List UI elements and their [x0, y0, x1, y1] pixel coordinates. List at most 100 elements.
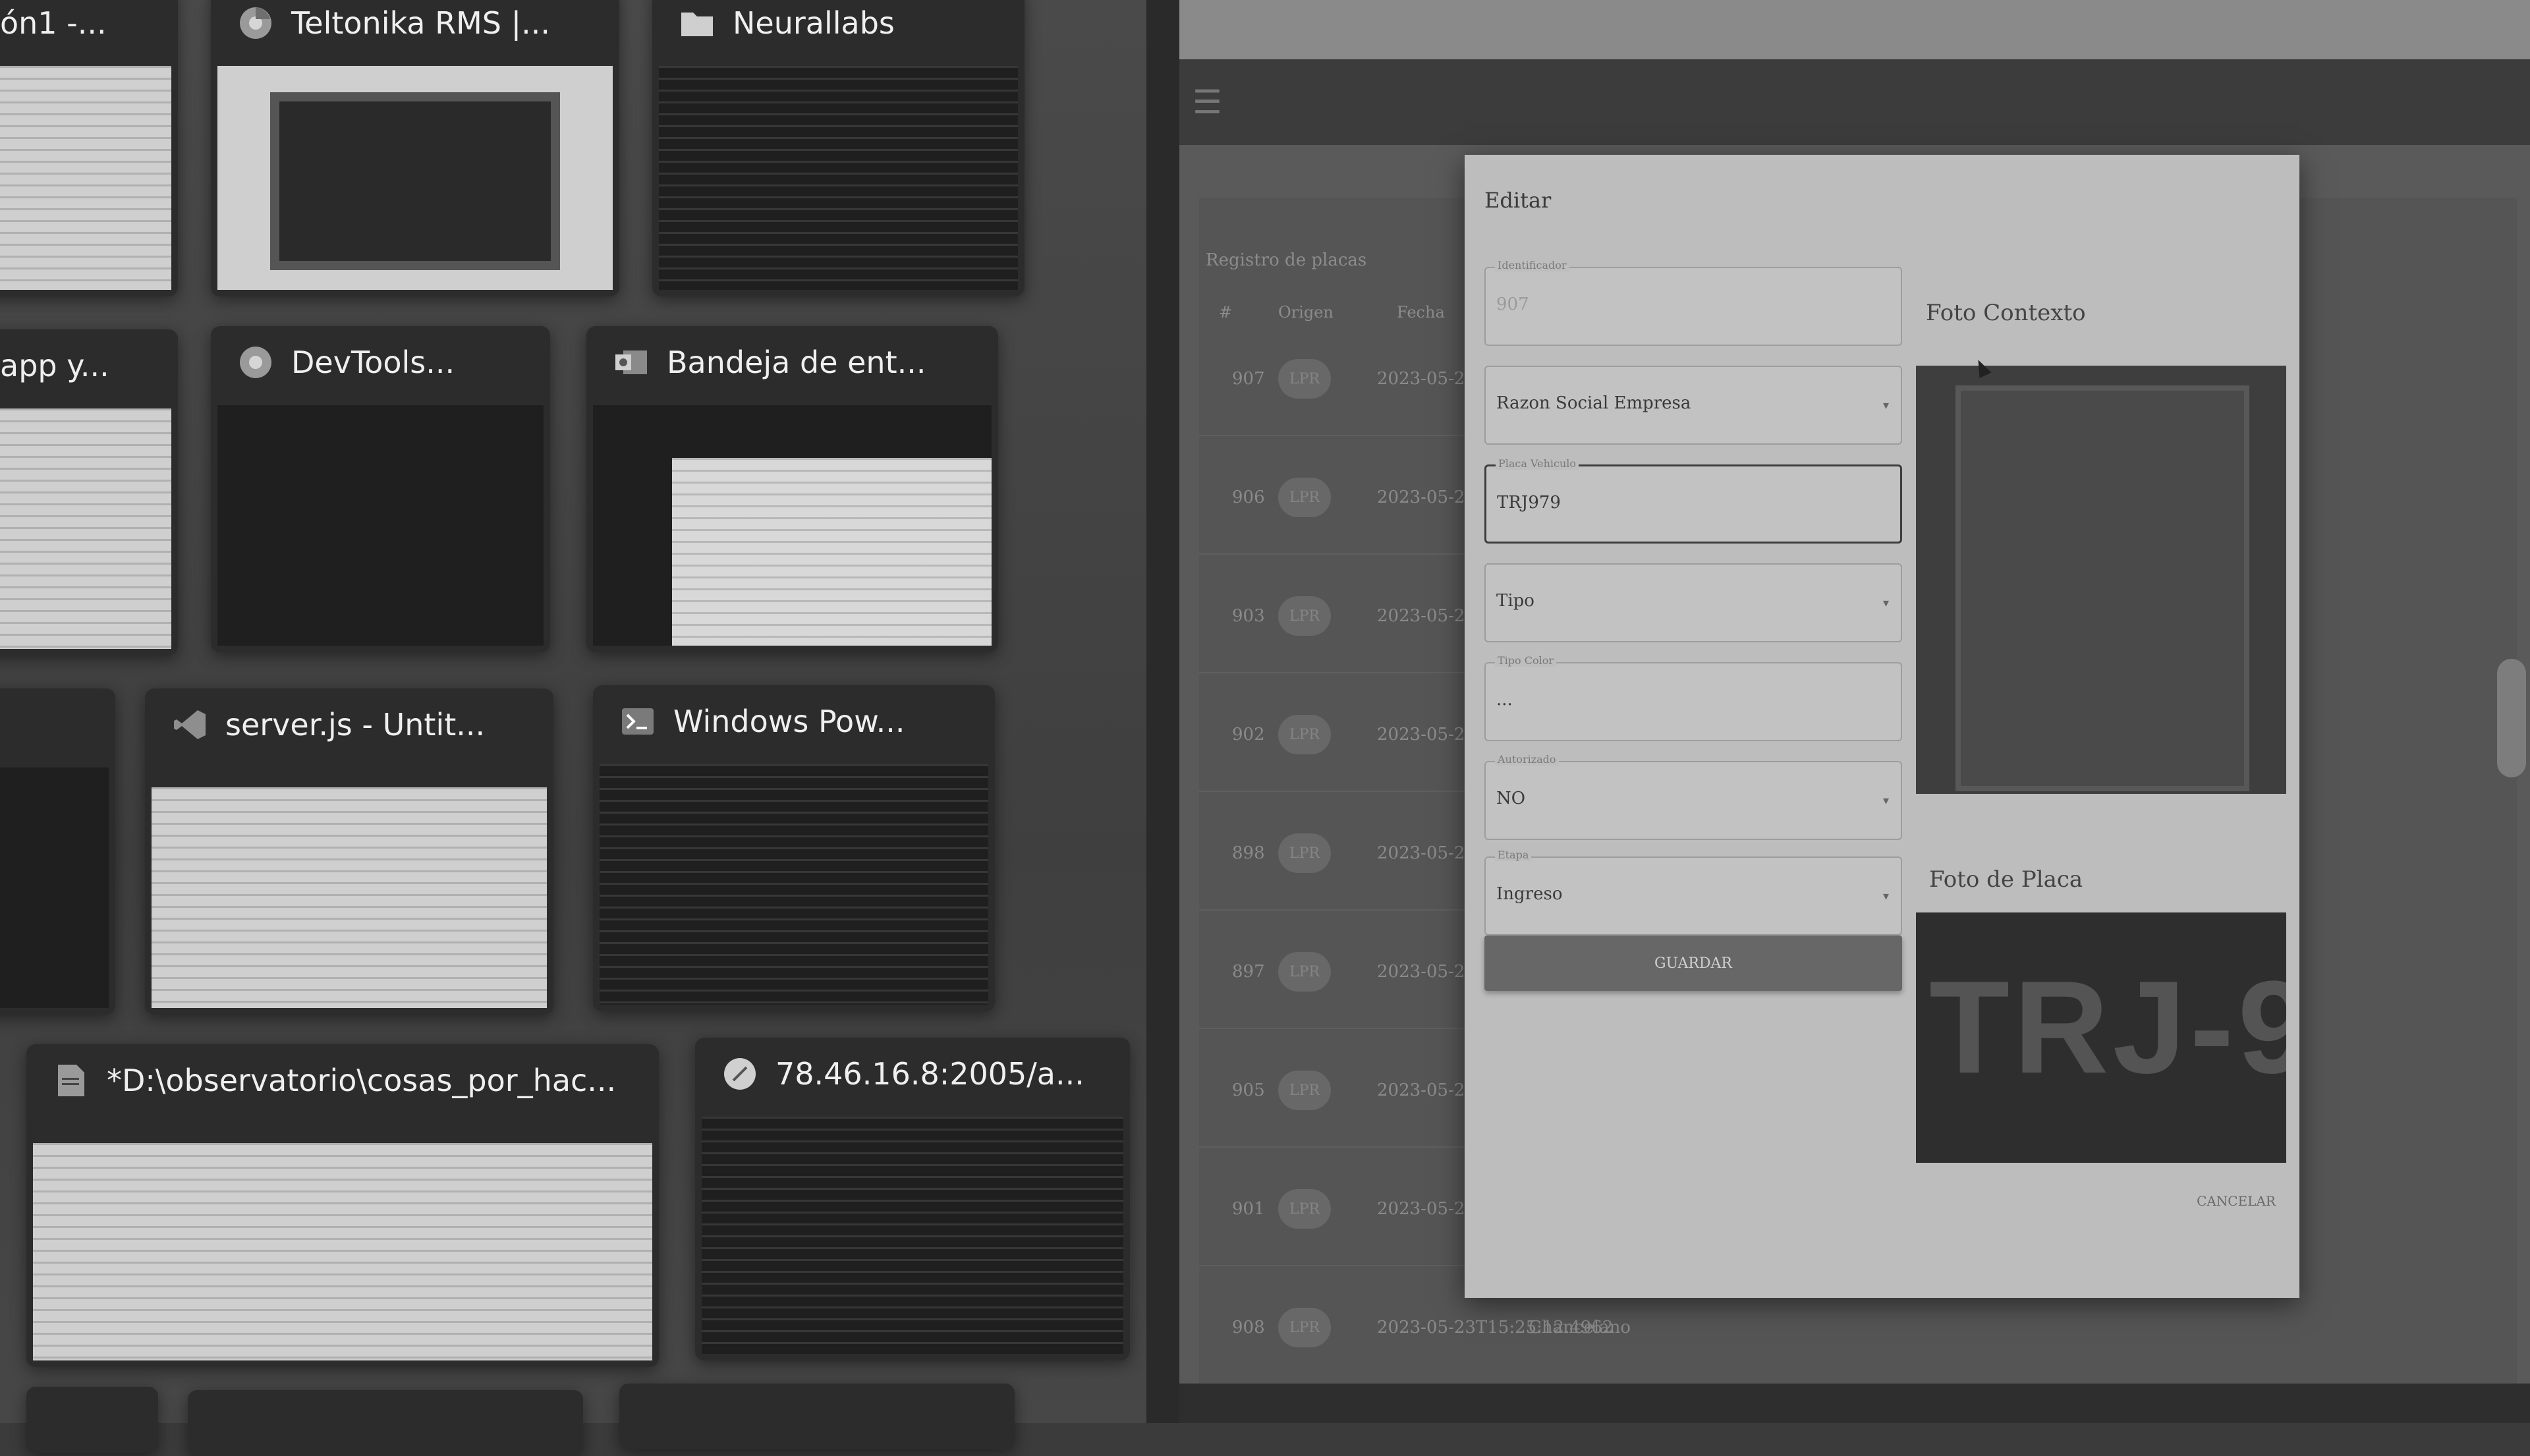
- window-thumbnail: [0, 66, 171, 290]
- context-photo-label: Foto Contexto: [1926, 300, 2086, 326]
- task-window-partial-3[interactable]: [619, 1384, 1015, 1449]
- window-title-bar: Windows Pow...: [593, 685, 995, 758]
- edit-dialog: Editar Identificador 907 Razon Social Em…: [1465, 155, 2299, 1298]
- plate-photo-label: Foto de Placa: [1929, 866, 2083, 893]
- chevron-down-icon: ▾: [1882, 794, 1889, 808]
- chevron-down-icon: ▾: [1882, 596, 1889, 610]
- window-thumbnail: [702, 1117, 1123, 1354]
- task-window-partial-1[interactable]: [26, 1387, 158, 1453]
- window-title: Windows Pow...: [673, 704, 905, 739]
- window-title-bar: Bandeja de ent...: [586, 326, 998, 399]
- field-value: TRJ979: [1497, 493, 1561, 513]
- origin-badge: LPR: [1278, 715, 1331, 754]
- field-value: Tipo: [1496, 591, 1534, 611]
- task-window-1[interactable]: ón1 -...: [0, 0, 178, 296]
- authorized-select[interactable]: Autorizado NO ▾: [1484, 753, 1902, 840]
- task-window-7[interactable]: [0, 688, 115, 1015]
- row-id: 905: [1232, 1080, 1265, 1100]
- app-header: ☰: [1179, 59, 2530, 145]
- origin-badge: LPR: [1278, 952, 1331, 992]
- task-window-partial-2[interactable]: [188, 1390, 583, 1456]
- task-window-outlook[interactable]: Bandeja de ent...: [586, 326, 998, 652]
- window-thumbnail: [600, 764, 988, 1005]
- window-thumbnail: [0, 768, 109, 1008]
- field-label: Identificador: [1495, 259, 1569, 271]
- field-label: Autorizado: [1495, 753, 1559, 766]
- origin-badge: LPR: [1278, 833, 1331, 873]
- window-title-bar: DevTools...: [211, 326, 550, 399]
- folder-icon: [679, 5, 716, 42]
- origin-badge: LPR: [1278, 596, 1331, 636]
- task-window-neurallabs[interactable]: Neurallabs: [652, 0, 1025, 296]
- outlook-icon: [613, 344, 650, 381]
- origin-badge: LPR: [1278, 1308, 1331, 1347]
- window-thumbnail: [593, 405, 992, 646]
- window-title: Neurallabs: [733, 5, 895, 41]
- plate-input[interactable]: Placa Vehiculo TRJ979: [1484, 457, 1902, 544]
- column-header: Origen: [1278, 303, 1334, 322]
- row-label: Chancelano: [1529, 1318, 1631, 1337]
- window-title-bar: 78.46.16.8:2005/a...: [695, 1038, 1130, 1110]
- row-id: 901: [1232, 1199, 1265, 1219]
- window-title-bar: Neurallabs: [652, 0, 1025, 59]
- window-title: server.js - Untit...: [225, 707, 486, 742]
- field-value: NO: [1496, 789, 1526, 808]
- origin-badge: LPR: [1278, 1189, 1331, 1229]
- task-window-vscode[interactable]: server.js - Untit...: [145, 688, 553, 1015]
- table-title: Registro de placas: [1206, 250, 1367, 270]
- row-id: 898: [1232, 843, 1265, 863]
- origin-badge: LPR: [1278, 359, 1331, 399]
- menu-icon[interactable]: ☰: [1193, 83, 1222, 121]
- window-title: *D:\observatorio\cosas_por_hac...: [107, 1063, 617, 1098]
- field-label: Tipo Color: [1495, 654, 1557, 667]
- row-id: 906: [1232, 488, 1265, 507]
- window-title-bar: Teltonika RMS |...: [211, 0, 619, 59]
- window-title-bar: server.js - Untit...: [145, 688, 553, 761]
- task-window-powershell[interactable]: Windows Pow...: [593, 685, 995, 1011]
- window-title-bar: *D:\observatorio\cosas_por_hac...: [26, 1044, 659, 1117]
- task-window-devtools[interactable]: DevTools...: [211, 326, 550, 652]
- color-field[interactable]: Tipo Color ...: [1484, 654, 1902, 741]
- notepad-icon: [53, 1062, 90, 1099]
- chevron-down-icon: ▾: [1882, 889, 1889, 903]
- browser-icon: [721, 1055, 758, 1092]
- window-title: Teltonika RMS |...: [291, 5, 550, 41]
- stage-select[interactable]: Etapa Ingreso ▾: [1484, 849, 1902, 936]
- window-thumbnail: [33, 1143, 652, 1360]
- window-thumbnail: [217, 66, 613, 290]
- chevron-down-icon: ▾: [1882, 399, 1889, 412]
- window-title-bar: app y...: [0, 329, 178, 402]
- type-select[interactable]: Tipo ▾: [1484, 563, 1902, 642]
- dialog-title: Editar: [1484, 188, 1552, 213]
- save-button[interactable]: GUARDAR: [1484, 936, 1902, 991]
- terminal-icon: [619, 703, 656, 740]
- scroll-handle[interactable]: [2497, 659, 2526, 777]
- task-window-browser-ip[interactable]: 78.46.16.8:2005/a...: [695, 1038, 1130, 1360]
- identifier-field[interactable]: Identificador 907: [1484, 259, 1902, 346]
- column-header: Fecha: [1397, 303, 1445, 322]
- task-window-notepad[interactable]: *D:\observatorio\cosas_por_hac...: [26, 1044, 659, 1367]
- task-view: ón1 -... Teltonika RMS |... Neurallabs a…: [0, 0, 1146, 1456]
- plate-photo: TRJ-979: [1916, 912, 2286, 1163]
- cancel-button[interactable]: CANCELAR: [2193, 1192, 2280, 1210]
- company-select[interactable]: Razon Social Empresa ▾: [1484, 366, 1902, 445]
- task-window-teltonika[interactable]: Teltonika RMS |...: [211, 0, 619, 296]
- window-title: Bandeja de ent...: [667, 345, 926, 380]
- monitor-screen: ☰ Registro de placas # Origen Fecha 907 …: [1179, 0, 2530, 1423]
- column-header: #: [1219, 303, 1233, 322]
- row-id: 908: [1232, 1318, 1265, 1337]
- chrome-icon: [237, 344, 274, 381]
- taskbar: [1179, 1384, 2530, 1423]
- task-window-4[interactable]: app y...: [0, 329, 178, 656]
- window-thumbnail: [659, 66, 1018, 290]
- origin-badge: LPR: [1278, 1071, 1331, 1110]
- field-value: ...: [1496, 690, 1513, 710]
- field-value: Ingreso: [1496, 884, 1563, 904]
- window-title: 78.46.16.8:2005/a...: [775, 1056, 1084, 1092]
- plate-photo-text: TRJ-979: [1929, 954, 2286, 1101]
- vscode-icon: [171, 706, 208, 743]
- row-id: 907: [1232, 369, 1265, 389]
- context-photo: [1916, 366, 2286, 794]
- window-thumbnail: [217, 405, 544, 646]
- window-title-bar: ón1 -...: [0, 0, 178, 59]
